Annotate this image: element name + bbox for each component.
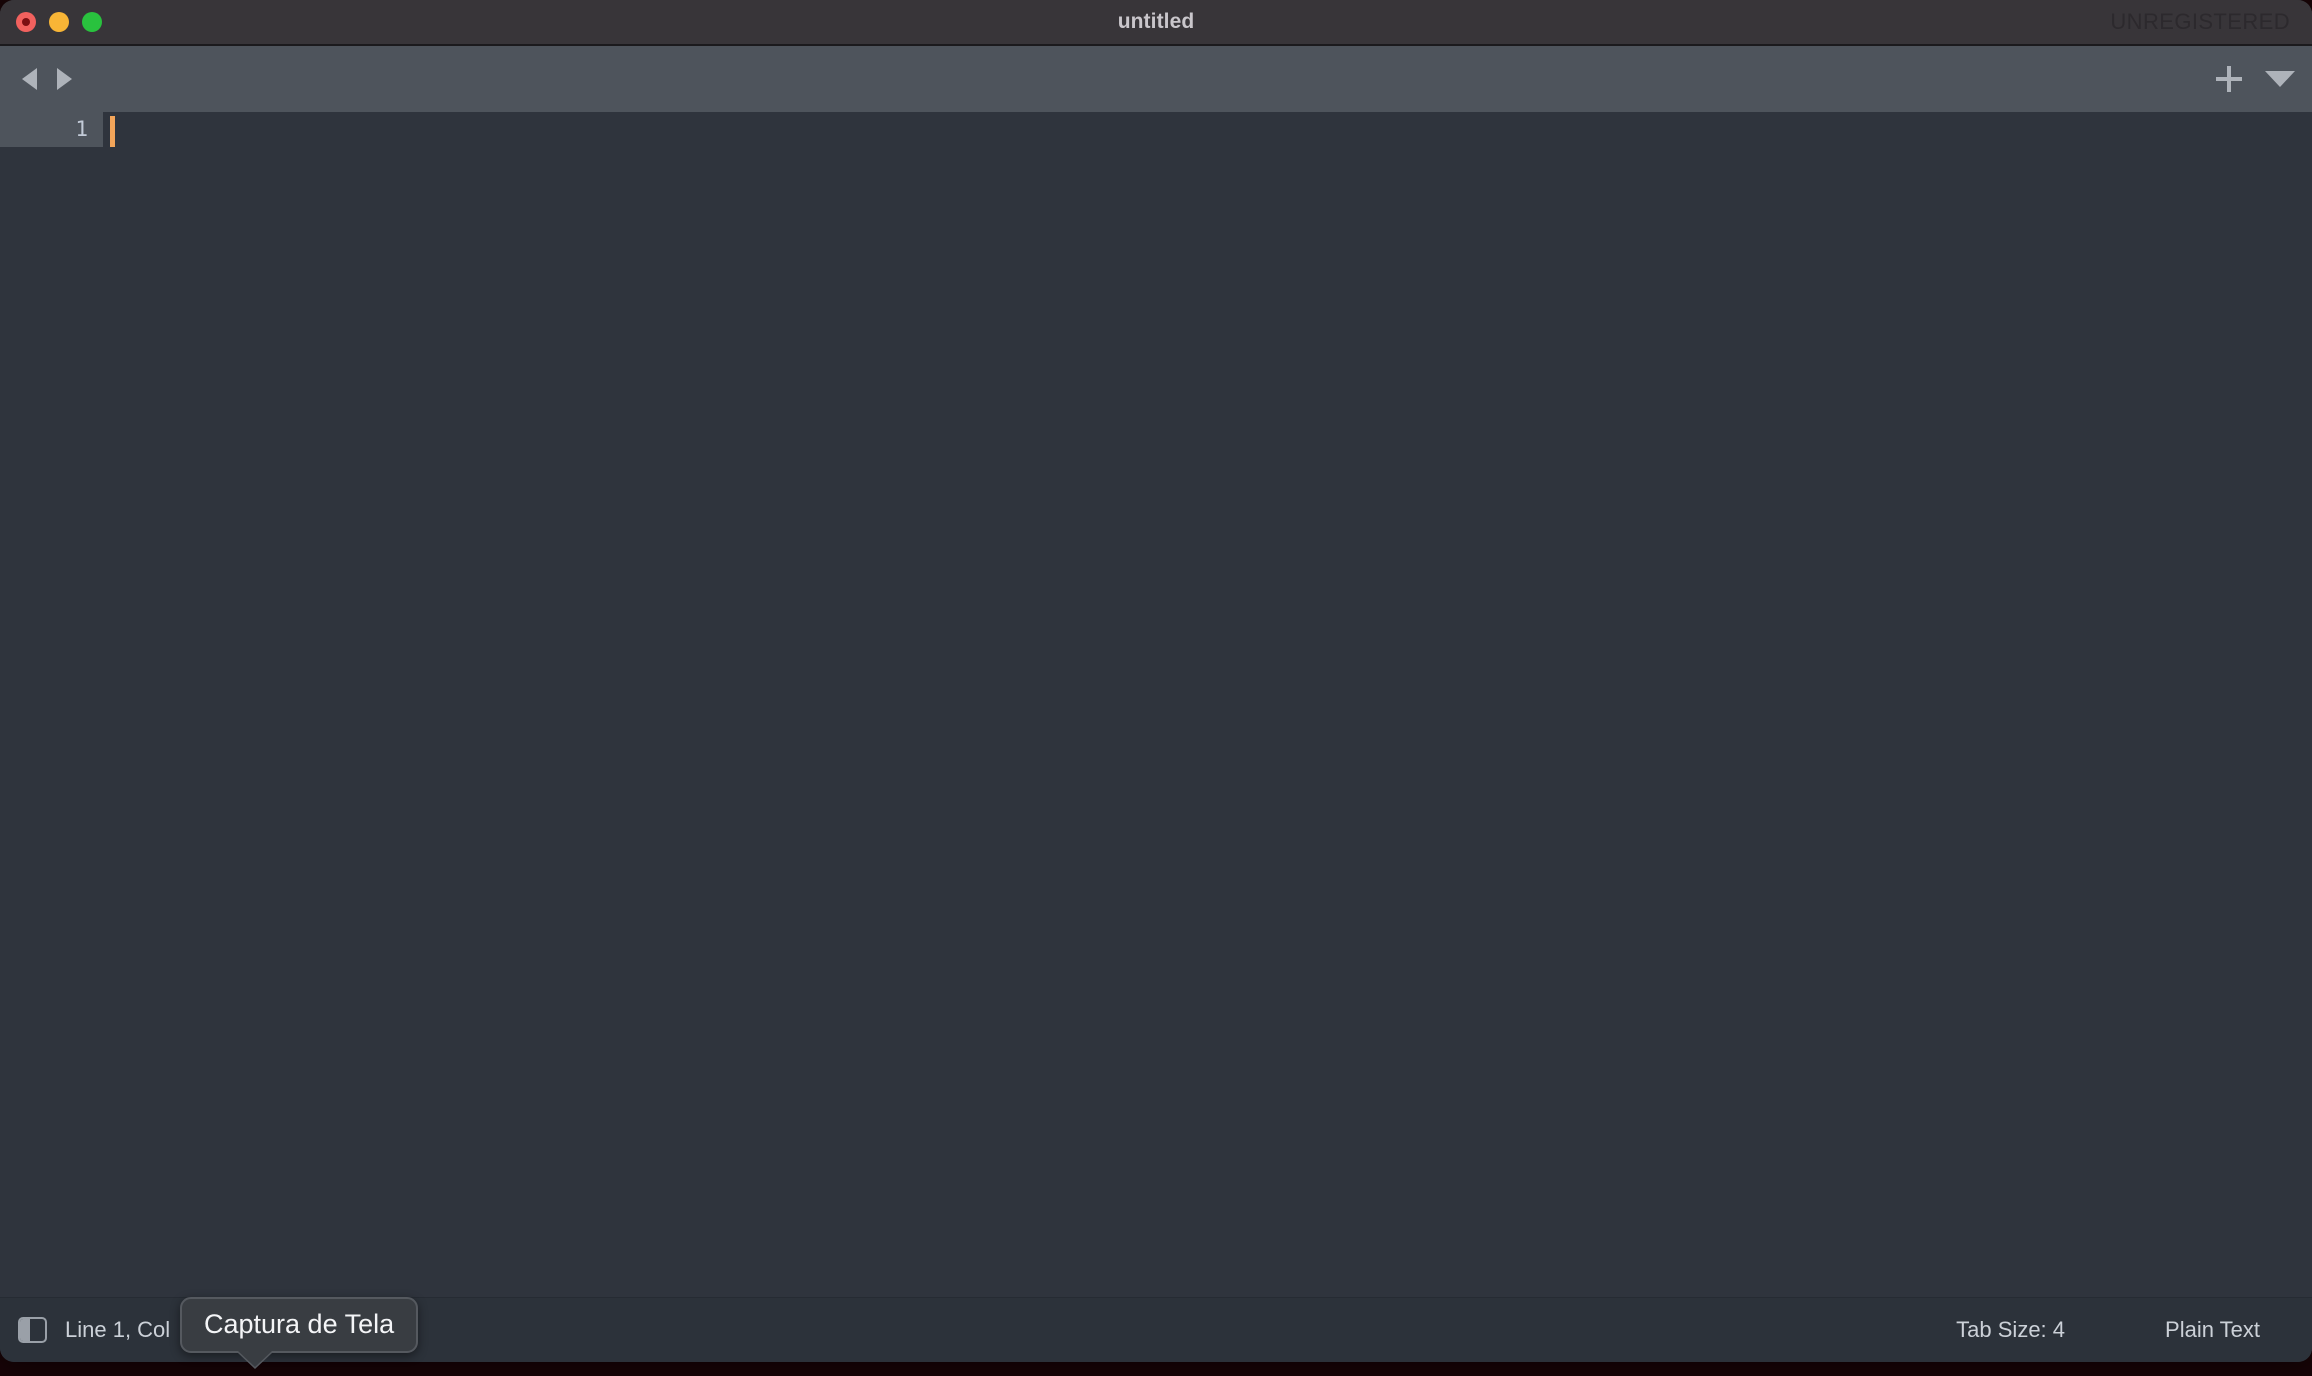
- text-caret: [110, 116, 115, 147]
- minimize-button-icon[interactable]: [49, 12, 69, 32]
- unregistered-watermark: UNREGISTERED: [2110, 9, 2290, 34]
- editor-window: untitled UNREGISTERED 1 Line 1, Col Tab …: [0, 0, 2312, 1362]
- plus-icon: [2216, 66, 2242, 92]
- forward-button[interactable]: [49, 64, 79, 94]
- chevron-down-icon: [2265, 71, 2295, 87]
- line-number: 1: [0, 112, 103, 147]
- tab-size-label[interactable]: Tab Size: 4: [1856, 1317, 2065, 1343]
- line-number-gutter: 1: [0, 112, 103, 1297]
- toolbar-actions-group: [2214, 64, 2295, 94]
- zoom-button-icon[interactable]: [82, 12, 102, 32]
- triangle-left-icon: [21, 68, 37, 90]
- back-button[interactable]: [14, 64, 44, 94]
- add-tab-button[interactable]: [2214, 64, 2244, 94]
- traffic-light-group: [0, 12, 102, 32]
- toolbar-nav-group: [14, 64, 79, 94]
- tooltip-label: Captura de Tela: [180, 1297, 419, 1353]
- tooltip: Captura de Tela: [180, 1297, 419, 1367]
- tooltip-pointer-icon: [238, 1351, 272, 1367]
- editor-area[interactable]: 1: [0, 112, 2312, 1297]
- code-line[interactable]: [103, 112, 2312, 147]
- title-bar: untitled UNREGISTERED: [0, 0, 2312, 46]
- status-bar-right: Tab Size: 4 Plain Text: [1856, 1317, 2312, 1343]
- toolbar: [0, 46, 2312, 112]
- syntax-mode-label[interactable]: Plain Text: [2065, 1317, 2260, 1343]
- status-bar-left: Line 1, Col: [0, 1317, 170, 1343]
- cursor-position-label[interactable]: Line 1, Col: [65, 1317, 170, 1343]
- triangle-right-icon: [56, 68, 72, 90]
- tab-menu-button[interactable]: [2265, 64, 2295, 94]
- close-button-icon[interactable]: [16, 12, 36, 32]
- sidebar-toggle-icon[interactable]: [18, 1317, 47, 1343]
- window-title: untitled: [1117, 10, 1195, 33]
- code-text-area[interactable]: [103, 112, 2312, 1297]
- desktop-backdrop: untitled UNREGISTERED 1 Line 1, Col Tab …: [0, 0, 2312, 1376]
